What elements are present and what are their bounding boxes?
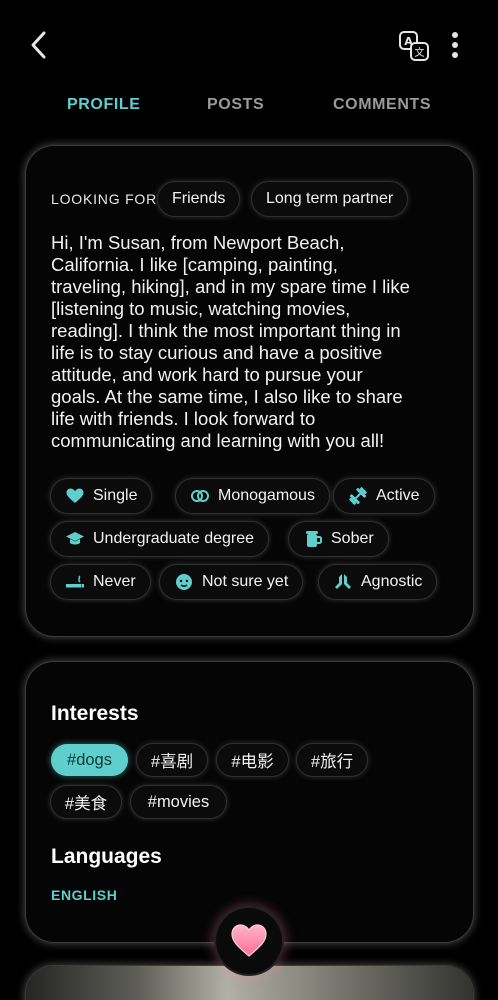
bio-line: traveling, hiking], and in my spare time…: [51, 276, 410, 297]
looking-for-chip-label: Long term partner: [266, 190, 394, 207]
interest-tag[interactable]: #movies: [131, 786, 226, 818]
tab-comments[interactable]: COMMENTS: [333, 96, 431, 114]
bio-text: Hi, I'm Susan, from Newport Beach, Calif…: [51, 232, 451, 452]
attribute-chip-relationship: Single: [51, 479, 152, 513]
looking-for-chip-label: Friends: [172, 190, 226, 207]
cigarette-icon: [65, 572, 85, 592]
interest-tag[interactable]: #dogs: [51, 744, 128, 776]
interest-tag[interactable]: #喜剧: [137, 744, 207, 776]
attribute-chip-exercise: Active: [334, 479, 434, 513]
heart-icon: [231, 924, 267, 957]
baby-icon: [174, 572, 194, 592]
tab-bar: PROFILE POSTS COMMENTS: [0, 96, 498, 126]
attribute-chip-education: Undergraduate degree: [51, 522, 269, 556]
bio-line: California. I like [camping, painting,: [51, 254, 338, 275]
looking-for-chip: Friends: [158, 182, 240, 216]
bio-line: reading]. I think the most important thi…: [51, 320, 401, 341]
attribute-chip-drinking: Sober: [289, 522, 388, 556]
looking-for-chip: Long term partner: [252, 182, 408, 216]
attribute-chip-monogamy: Monogamous: [176, 479, 329, 513]
rings-icon: [190, 486, 210, 506]
tab-profile[interactable]: PROFILE: [67, 96, 141, 114]
back-button[interactable]: [26, 28, 54, 62]
language-item: ENGLISH: [51, 887, 118, 903]
interests-card: Interests #dogs #喜剧 #电影 #旅行 #美食 #movies …: [26, 662, 473, 942]
attribute-chip-label: Single: [93, 487, 138, 504]
attribute-chip-label: Monogamous: [218, 487, 315, 504]
interest-tag[interactable]: #旅行: [297, 744, 367, 776]
beer-mug-icon: [303, 529, 323, 549]
like-button[interactable]: [216, 908, 282, 974]
interest-tag[interactable]: #电影: [217, 744, 288, 776]
tab-posts[interactable]: POSTS: [207, 96, 264, 114]
praying-hands-icon: [333, 572, 353, 592]
heart-icon: [65, 486, 85, 506]
bio-line: life with friends. I look forward to: [51, 408, 316, 429]
translate-icon: A 文: [399, 31, 429, 61]
bio-line: [listening to music, watching movies,: [51, 298, 351, 319]
attribute-chip-label: Undergraduate degree: [93, 530, 255, 547]
bio-line: Hi, I'm Susan, from Newport Beach,: [51, 232, 345, 253]
dumbbell-icon: [348, 486, 368, 506]
svg-text:文: 文: [415, 46, 425, 59]
interest-tag[interactable]: #美食: [51, 786, 121, 818]
chevron-left-icon: [31, 31, 46, 59]
attribute-chip-religion: Agnostic: [319, 565, 437, 599]
graduation-cap-icon: [65, 529, 85, 549]
bio-line: life is to stay curious and have a posit…: [51, 342, 383, 363]
translate-button[interactable]: A 文: [398, 30, 430, 62]
languages-title: Languages: [51, 845, 162, 868]
attribute-chip-label: Sober: [331, 530, 374, 547]
more-vertical-icon: [452, 32, 458, 58]
attribute-chip-smoking: Never: [51, 565, 150, 599]
bio-line: attitude, and work hard to pursue your: [51, 364, 363, 385]
interests-title: Interests: [51, 702, 139, 725]
bio-line: communicating and learning with you all!: [51, 430, 385, 451]
more-options-button[interactable]: [444, 30, 466, 62]
top-bar: A 文: [0, 0, 498, 90]
attribute-chip-label: Not sure yet: [202, 573, 289, 590]
looking-for-label: LOOKING FOR: [51, 191, 158, 207]
attribute-chip-label: Active: [376, 487, 420, 504]
attribute-chip-kids: Not sure yet: [160, 565, 303, 599]
attribute-chip-label: Never: [93, 573, 136, 590]
attribute-chip-label: Agnostic: [361, 573, 423, 590]
bio-line: goals. At the same time, I also like to …: [51, 386, 403, 407]
profile-card: LOOKING FOR Friends Long term partner Hi…: [26, 146, 473, 636]
